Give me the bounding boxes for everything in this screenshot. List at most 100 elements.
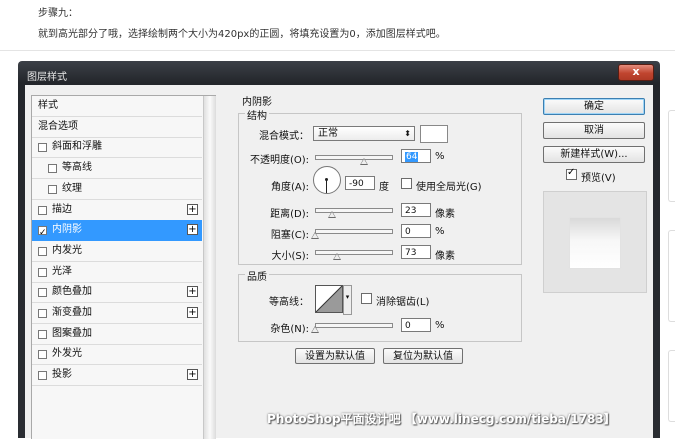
style-item[interactable]: 斜面和浮雕 bbox=[32, 137, 202, 158]
divider bbox=[0, 50, 675, 51]
style-item-label: 外发光 bbox=[52, 348, 82, 359]
style-item-label: 内阴影 bbox=[52, 224, 82, 235]
style-item-checkbox[interactable] bbox=[48, 164, 57, 173]
style-item-label: 投影 bbox=[52, 369, 72, 380]
add-effect-icon[interactable]: + bbox=[187, 369, 198, 380]
style-item-label: 内发光 bbox=[52, 245, 82, 256]
choke-slider-track[interactable] bbox=[315, 229, 393, 234]
style-item-checkbox[interactable] bbox=[38, 143, 47, 152]
style-item-checkbox[interactable] bbox=[38, 268, 47, 277]
add-effect-icon[interactable]: + bbox=[187, 307, 198, 318]
blend-mode-select[interactable]: 正常 ⬍ bbox=[313, 126, 415, 141]
preview-label: 预览(V) bbox=[581, 173, 616, 184]
style-item[interactable]: 颜色叠加 + bbox=[32, 282, 202, 303]
structure-group: 结构 混合模式： 正常 ⬍ 不透明度(O): 64 % 角度(A): -90 度… bbox=[238, 107, 522, 265]
opacity-slider-thumb[interactable] bbox=[359, 158, 368, 165]
noise-input[interactable]: 0 bbox=[401, 318, 431, 332]
choke-label: 阻塞(C): bbox=[270, 230, 309, 241]
quality-group: 品质 等高线： ▾ 消除锯齿(L) 杂色(N): 0 % bbox=[238, 268, 522, 342]
style-item[interactable]: 渐变叠加 + bbox=[32, 303, 202, 324]
angle-input[interactable]: -90 bbox=[345, 176, 375, 190]
noise-slider-thumb[interactable] bbox=[311, 326, 319, 333]
distance-input[interactable]: 23 bbox=[401, 203, 431, 217]
style-item-checkbox[interactable] bbox=[38, 371, 47, 380]
styles-header-label: 样式 bbox=[38, 100, 58, 111]
choke-input[interactable]: 0 bbox=[401, 224, 431, 238]
style-item[interactable]: 纹理 bbox=[32, 179, 202, 200]
angle-unit: 度 bbox=[379, 182, 389, 193]
size-unit: 像素 bbox=[435, 251, 455, 262]
distance-slider-thumb[interactable] bbox=[328, 211, 337, 218]
antialias-checkbox[interactable] bbox=[361, 293, 372, 304]
style-item[interactable]: 外发光 bbox=[32, 344, 202, 365]
add-effect-icon[interactable]: + bbox=[187, 204, 198, 215]
styles-header[interactable]: 样式 bbox=[32, 96, 202, 117]
shadow-color-swatch[interactable] bbox=[420, 125, 448, 143]
angle-dial-needle bbox=[326, 180, 327, 193]
style-item-label: 光泽 bbox=[52, 266, 72, 277]
blend-mode-label: 混合模式： bbox=[259, 131, 309, 142]
style-item[interactable]: 投影 + bbox=[32, 365, 202, 386]
style-item-checkbox[interactable] bbox=[38, 330, 47, 339]
style-preview-box bbox=[543, 191, 647, 293]
choke-unit: % bbox=[435, 226, 445, 237]
style-item[interactable]: 光泽 bbox=[32, 262, 202, 283]
close-button[interactable]: x bbox=[618, 64, 654, 81]
style-item-label: 颜色叠加 bbox=[52, 286, 92, 297]
style-item-label: 图案叠加 bbox=[52, 328, 92, 339]
style-item-checkbox[interactable] bbox=[38, 206, 47, 215]
styles-list-scrollbar[interactable] bbox=[203, 96, 216, 439]
distance-unit: 像素 bbox=[435, 209, 455, 220]
reset-default-button[interactable]: 复位为默认值 bbox=[383, 348, 463, 364]
use-global-light-label: 使用全局光(G) bbox=[416, 182, 482, 193]
noise-unit: % bbox=[435, 320, 445, 331]
choke-slider-thumb[interactable] bbox=[311, 232, 319, 239]
cancel-button[interactable]: 取消 bbox=[543, 122, 645, 139]
style-item-checkbox[interactable] bbox=[38, 309, 47, 318]
step-description: 就到高光部分了哦，选择绘制两个大小为420px的正圆，将填充设置为0，添加图层样… bbox=[38, 29, 446, 40]
opacity-label: 不透明度(O): bbox=[249, 155, 309, 166]
new-style-button[interactable]: 新建样式(W)... bbox=[543, 146, 645, 163]
size-input[interactable]: 73 bbox=[401, 245, 431, 259]
add-effect-icon[interactable]: + bbox=[187, 286, 198, 297]
contour-dropdown-arrow-icon[interactable]: ▾ bbox=[343, 285, 352, 315]
angle-dial[interactable] bbox=[313, 166, 341, 194]
style-item[interactable]: 等高线 bbox=[32, 158, 202, 179]
style-item-label: 混合选项 bbox=[38, 121, 78, 132]
ok-button[interactable]: 确定 bbox=[543, 98, 645, 115]
set-default-button[interactable]: 设置为默认值 bbox=[295, 348, 375, 364]
distance-label: 距离(D): bbox=[270, 209, 309, 220]
noise-slider-track[interactable] bbox=[315, 323, 393, 328]
style-item-checkbox[interactable] bbox=[38, 247, 47, 256]
style-item-checkbox[interactable] bbox=[48, 185, 57, 194]
contour-preview[interactable] bbox=[315, 285, 343, 313]
style-item-label: 斜面和浮雕 bbox=[52, 141, 102, 152]
style-item-checkbox[interactable] bbox=[38, 288, 47, 297]
contour-label: 等高线： bbox=[269, 297, 309, 308]
panel-title: 内阴影 bbox=[242, 97, 272, 108]
style-item[interactable]: 混合选项 bbox=[32, 117, 202, 138]
style-item[interactable]: 描边 + bbox=[32, 200, 202, 221]
opacity-slider-track[interactable] bbox=[315, 155, 393, 160]
style-item[interactable]: 内阴影 + bbox=[32, 220, 202, 243]
style-item-label: 纹理 bbox=[62, 183, 82, 194]
distance-slider-track[interactable] bbox=[315, 208, 393, 213]
blend-mode-value: 正常 bbox=[318, 128, 338, 139]
style-item[interactable]: 图案叠加 bbox=[32, 324, 202, 345]
style-item-label: 等高线 bbox=[62, 162, 92, 173]
styles-list: 样式 混合选项斜面和浮雕等高线纹理描边 + 内阴影 + 内发光光泽颜色叠加 + 渐变叠加 + 图… bbox=[31, 95, 216, 439]
style-item-checkbox[interactable] bbox=[38, 223, 47, 243]
antialias-label: 消除锯齿(L) bbox=[376, 297, 430, 308]
size-slider-thumb[interactable] bbox=[333, 253, 342, 260]
style-preview-swatch bbox=[570, 218, 620, 268]
noise-label: 杂色(N): bbox=[270, 324, 309, 335]
use-global-light-checkbox[interactable] bbox=[401, 178, 412, 189]
style-item-checkbox[interactable] bbox=[38, 350, 47, 359]
style-item[interactable]: 内发光 bbox=[32, 241, 202, 262]
opacity-input[interactable]: 64 bbox=[401, 149, 431, 163]
add-effect-icon[interactable]: + bbox=[187, 224, 198, 235]
quality-title: 品质 bbox=[245, 268, 269, 283]
step-heading: 步骤九： bbox=[38, 8, 78, 19]
preview-checkbox[interactable] bbox=[566, 167, 577, 180]
size-slider-track[interactable] bbox=[315, 250, 393, 255]
